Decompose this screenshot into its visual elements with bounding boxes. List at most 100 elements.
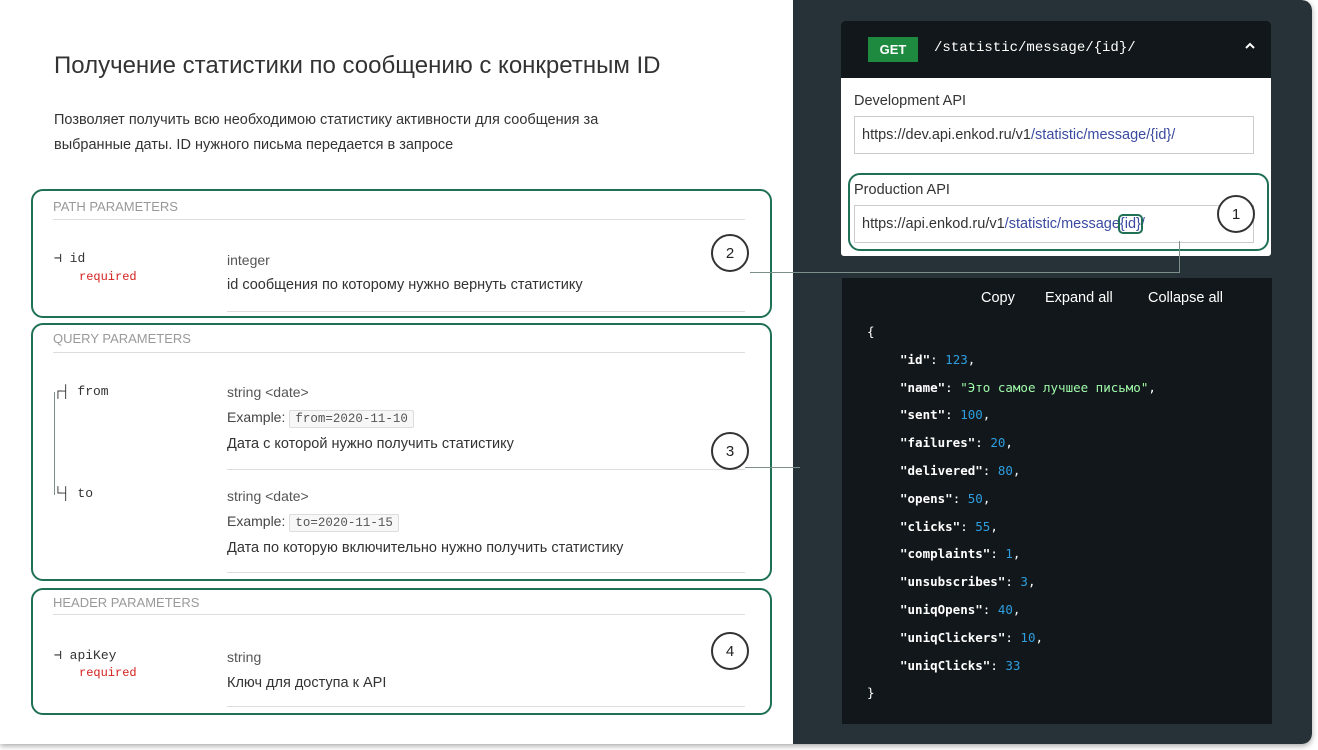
json-colon: : (952, 490, 968, 506)
json-value: 40 (997, 601, 1013, 617)
param-name-id: ⊣ id (54, 251, 86, 266)
divider (227, 706, 745, 707)
json-comma: , (967, 351, 976, 367)
json-comma: , (1148, 379, 1156, 395)
json-entry: "uniqOpens": 40, (867, 596, 1156, 624)
json-entry: "opens": 50, (867, 485, 1156, 513)
json-open-brace: { (867, 324, 875, 339)
param-type: string (227, 649, 262, 665)
param-description: Дата с которой нужно получить статистику (227, 436, 514, 452)
json-comma: , (1005, 435, 1013, 451)
example-label: Example: (227, 513, 286, 529)
json-key: "uniqClicks" (900, 657, 991, 673)
divider (53, 219, 745, 220)
json-colon: : (930, 351, 946, 367)
callout-connector (745, 467, 800, 468)
divider (227, 572, 745, 573)
json-entry: "clicks": 55, (867, 513, 1156, 541)
json-value: 10 (1020, 629, 1036, 645)
json-comma: , (982, 490, 991, 506)
json-key: "unsubscribes" (900, 574, 1006, 590)
param-type: string <date> (227, 488, 309, 504)
json-key: "clicks" (900, 518, 961, 534)
json-value: 3 (1020, 574, 1028, 590)
required-label: required (79, 270, 137, 284)
query-params-title: QUERY PARAMETERS (53, 331, 191, 346)
json-comma: , (990, 518, 998, 534)
collapse-all-button[interactable]: Collapse all (1148, 290, 1223, 306)
json-colon: : (945, 379, 961, 395)
json-comma: , (1012, 462, 1021, 478)
path-params-title: PATH PARAMETERS (53, 199, 178, 214)
param-type: string <date> (227, 384, 309, 400)
page-description: Позволяет получить всю необходимою стати… (54, 108, 714, 158)
page-title: Получение статистики по сообщению с конк… (54, 52, 661, 79)
json-value: 33 (1005, 657, 1021, 673)
json-key: "sent" (900, 407, 946, 423)
divider (227, 311, 745, 312)
divider (53, 614, 745, 615)
json-key: "delivered" (900, 462, 983, 478)
json-key: "id" (900, 351, 931, 367)
header-params-title: HEADER PARAMETERS (53, 595, 200, 610)
json-entry: "uniqClicks": 33 (867, 652, 1156, 680)
callout-connector (750, 272, 1180, 273)
development-api-url[interactable]: https://dev.api.enkod.ru/v1/statistic/me… (854, 116, 1254, 154)
json-colon: : (960, 518, 976, 534)
json-close-brace: } (867, 685, 875, 701)
json-comma: , (1012, 601, 1021, 617)
json-key: "name" (900, 379, 946, 395)
param-name-from: ┌┤ from (54, 384, 109, 399)
endpoint-header[interactable]: GET /statistic/message/{id}/ (841, 21, 1271, 78)
json-value: "Это самое лучшее письмо" (960, 379, 1149, 395)
callout-4: 4 (711, 632, 749, 670)
http-method-badge: GET (868, 37, 918, 62)
json-code: { "id": 123, "name": "Это самое лучшее пис… (867, 318, 1156, 707)
json-entry: "unsubscribes": 3, (867, 568, 1156, 596)
development-api-label: Development API (854, 93, 967, 109)
json-value: 20 (990, 435, 1006, 451)
json-value: 123 (945, 351, 968, 367)
json-key: "failures" (900, 435, 976, 451)
endpoint-path: /statistic/message/{id}/ (934, 40, 1136, 56)
callout-1: 1 (1217, 195, 1255, 233)
divider (53, 352, 745, 353)
json-entry: "uniqClickers": 10, (867, 624, 1156, 652)
json-colon: : (945, 407, 961, 423)
json-key: "uniqOpens" (900, 601, 983, 617)
json-key: "opens" (900, 490, 953, 506)
json-value: 100 (960, 407, 983, 423)
json-value: 50 (967, 490, 983, 506)
json-key: "uniqClickers" (900, 629, 1006, 645)
json-entry: "failures": 20, (867, 429, 1156, 457)
production-api-highlight (848, 173, 1269, 251)
json-comma: , (1027, 574, 1036, 590)
response-sample: Copy Expand all Collapse all { "id": 123,… (842, 278, 1272, 724)
param-description: id сообщения по которому нужно вернуть с… (227, 277, 583, 293)
json-comma: , (1035, 629, 1044, 645)
tree-branch-icon: ┌┤ (54, 384, 78, 399)
tree-branch-icon: ⊣ (54, 251, 70, 266)
description-line: выбранные даты. ID нужного письма переда… (54, 137, 454, 153)
json-comma: , (1012, 546, 1021, 562)
copy-button[interactable]: Copy (981, 290, 1015, 306)
json-colon: : (982, 462, 998, 478)
json-value: 80 (997, 462, 1013, 478)
json-entry: "complaints": 1, (867, 540, 1156, 568)
json-value: 1 (1005, 546, 1013, 562)
json-colon: : (1005, 629, 1021, 645)
required-label: required (79, 666, 137, 680)
param-example: Example: from=2020-11-10 (227, 409, 414, 428)
expand-all-button[interactable]: Expand all (1045, 290, 1113, 306)
param-description: Ключ для доступа к API (227, 675, 387, 691)
json-entry: "delivered": 80, (867, 457, 1156, 485)
json-colon: : (1005, 574, 1021, 590)
chevron-up-icon[interactable] (1244, 39, 1256, 55)
param-description: Дата по которую включительно нужно получ… (227, 540, 624, 556)
callout-2: 2 (711, 234, 749, 272)
json-value: 55 (975, 518, 991, 534)
param-example: Example: to=2020-11-15 (227, 513, 399, 532)
api-doc-main: Получение статистики по сообщению с конк… (0, 0, 793, 744)
param-name-apikey: ⊣ apiKey (54, 648, 117, 663)
json-entry: "id": 123, (867, 346, 1156, 374)
